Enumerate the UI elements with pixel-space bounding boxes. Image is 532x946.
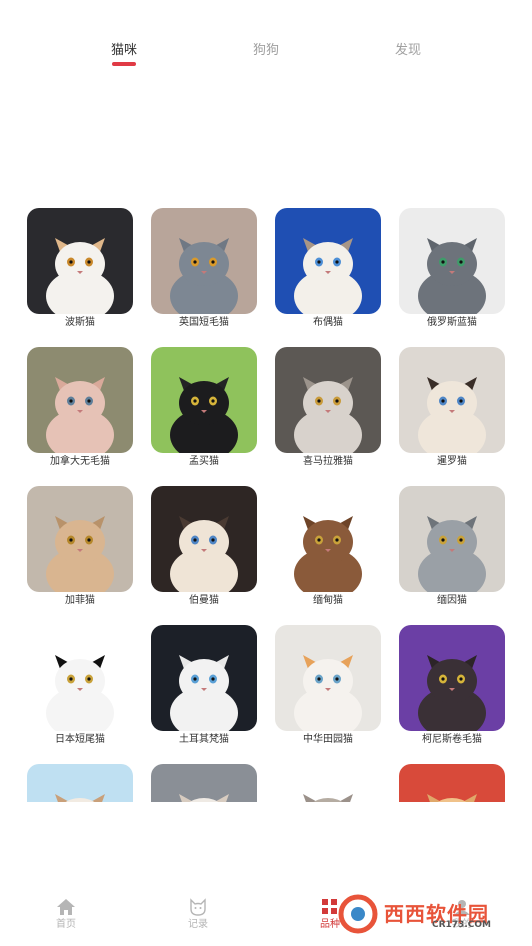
- breed-card[interactable]: [26, 762, 134, 802]
- breed-name: 柯尼斯卷毛猫: [422, 734, 482, 745]
- breed-photo: [27, 208, 133, 314]
- breed-name: 布偶猫: [313, 317, 343, 328]
- breed-card[interactable]: 暹罗猫: [398, 345, 506, 471]
- tab-cats[interactable]: 猫咪: [84, 40, 164, 62]
- breed-grid-viewport[interactable]: 波斯猫 英国短毛猫 布偶猫 俄罗斯蓝猫加拿大无毛猫 孟买猫 喜马拉雅猫 暹罗猫加菲猫 伯曼猫 缅…: [0, 206, 532, 802]
- watermark-site: CR173.COM: [432, 920, 491, 930]
- breed-photo: [399, 208, 505, 314]
- nav-records[interactable]: 记录: [166, 896, 230, 931]
- breed-photo: [151, 764, 257, 802]
- breed-card[interactable]: 缅因猫: [398, 484, 506, 610]
- breed-card[interactable]: 英国短毛猫: [150, 206, 258, 332]
- breed-card[interactable]: 中华田园猫: [274, 623, 382, 749]
- breed-name: 俄罗斯蓝猫: [427, 317, 477, 328]
- breed-card[interactable]: [398, 762, 506, 802]
- breed-photo: [399, 625, 505, 731]
- active-tab-indicator: [112, 62, 136, 66]
- breed-card[interactable]: 缅甸猫: [274, 484, 382, 610]
- top-tab-bar: 猫咪 狗狗 发现: [0, 40, 532, 72]
- breed-name: 英国短毛猫: [179, 317, 229, 328]
- breed-name: 土耳其梵猫: [179, 734, 229, 745]
- breed-photo: [275, 764, 381, 802]
- breed-card[interactable]: [274, 762, 382, 802]
- breed-photo: [275, 347, 381, 453]
- nav-home-label: 首页: [56, 919, 76, 930]
- home-icon: [57, 899, 75, 915]
- breed-card[interactable]: 喜马拉雅猫: [274, 345, 382, 471]
- breed-name: 缅甸猫: [313, 595, 343, 606]
- breed-photo: [275, 625, 381, 731]
- breed-card[interactable]: [150, 762, 258, 802]
- breed-name: 加菲猫: [65, 595, 95, 606]
- nav-records-label: 记录: [188, 919, 208, 930]
- breed-photo: [151, 347, 257, 453]
- breed-photo: [399, 486, 505, 592]
- breed-card[interactable]: 加拿大无毛猫: [26, 345, 134, 471]
- cat-face-icon: [190, 898, 206, 916]
- breed-card[interactable]: 波斯猫: [26, 206, 134, 332]
- breed-name: 孟买猫: [189, 456, 219, 467]
- breed-card[interactable]: 土耳其梵猫: [150, 623, 258, 749]
- breed-photo: [27, 625, 133, 731]
- breed-photo: [399, 347, 505, 453]
- breed-card[interactable]: 日本短尾猫: [26, 623, 134, 749]
- breed-card[interactable]: 柯尼斯卷毛猫: [398, 623, 506, 749]
- tab-dogs[interactable]: 狗狗: [226, 40, 306, 62]
- breed-photo: [399, 764, 505, 802]
- breed-photo: [151, 208, 257, 314]
- breed-card[interactable]: 布偶猫: [274, 206, 382, 332]
- breed-name: 伯曼猫: [189, 595, 219, 606]
- breed-card[interactable]: 伯曼猫: [150, 484, 258, 610]
- breed-name: 暹罗猫: [437, 456, 467, 467]
- breed-name: 中华田园猫: [303, 734, 353, 745]
- breed-name: 缅因猫: [437, 595, 467, 606]
- breed-card[interactable]: 俄罗斯蓝猫: [398, 206, 506, 332]
- breed-photo: [151, 625, 257, 731]
- breed-photo: [151, 486, 257, 592]
- breed-card[interactable]: 孟买猫: [150, 345, 258, 471]
- breed-name: 喜马拉雅猫: [303, 456, 353, 467]
- breed-name: 加拿大无毛猫: [50, 456, 110, 467]
- tab-discover[interactable]: 发现: [368, 40, 448, 62]
- site-watermark: 西西软件园 CR173.COM: [336, 894, 516, 934]
- breed-card[interactable]: 加菲猫: [26, 484, 134, 610]
- breed-photo: [275, 486, 381, 592]
- breed-name: 波斯猫: [65, 317, 95, 328]
- breed-name: 日本短尾猫: [55, 734, 105, 745]
- watermark-logo-icon: [338, 894, 378, 934]
- nav-home[interactable]: 首页: [34, 896, 98, 931]
- breed-photo: [27, 486, 133, 592]
- breed-photo: [27, 347, 133, 453]
- breed-photo: [27, 764, 133, 802]
- breed-photo: [275, 208, 381, 314]
